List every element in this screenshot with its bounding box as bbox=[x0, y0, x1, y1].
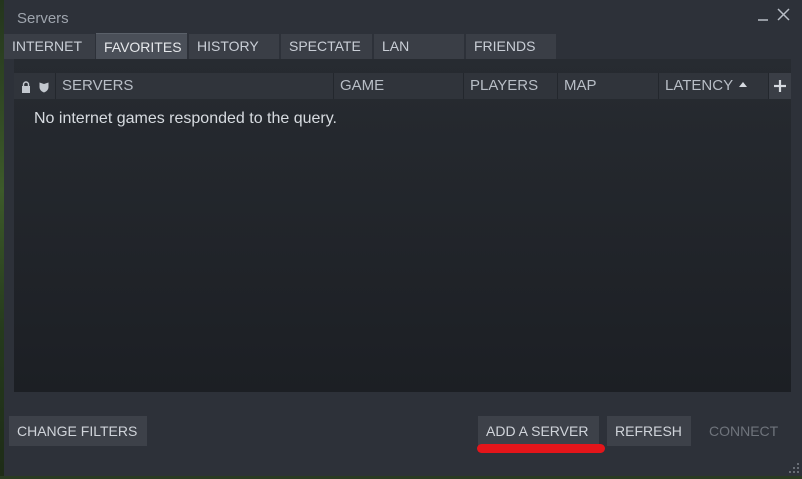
highlight-underline bbox=[477, 444, 605, 453]
close-icon[interactable] bbox=[776, 6, 792, 24]
column-players[interactable]: PLAYERS bbox=[463, 73, 557, 99]
lock-icon[interactable] bbox=[20, 80, 32, 93]
change-filters-button[interactable]: CHANGE FILTERS bbox=[9, 416, 147, 446]
tab-bar: INTERNET FAVORITES HISTORY SPECTATE LAN … bbox=[4, 33, 802, 60]
tab-lan[interactable]: LAN bbox=[374, 34, 464, 59]
table-header: SERVERS GAME PLAYERS MAP LATENCY bbox=[14, 73, 791, 99]
plus-icon bbox=[774, 80, 786, 92]
window-title: Servers bbox=[17, 10, 69, 27]
column-latency[interactable]: LATENCY bbox=[658, 73, 769, 99]
sort-ascending-icon bbox=[739, 81, 748, 87]
add-server-button[interactable]: ADD A SERVER bbox=[478, 416, 599, 446]
servers-window: Servers INTERNET FAVORITES HISTORY SPECT… bbox=[4, 0, 802, 476]
refresh-button[interactable]: REFRESH bbox=[607, 416, 691, 446]
tab-friends[interactable]: FRIENDS bbox=[466, 34, 556, 59]
shield-icon[interactable] bbox=[38, 80, 50, 93]
tab-spectate[interactable]: SPECTATE bbox=[281, 34, 372, 59]
column-servers[interactable]: SERVERS bbox=[55, 73, 333, 99]
resize-grip-icon[interactable] bbox=[786, 460, 800, 474]
tab-history[interactable]: HISTORY bbox=[189, 34, 279, 59]
column-latency-label: LATENCY bbox=[665, 77, 734, 94]
title-bar[interactable]: Servers bbox=[4, 0, 802, 34]
connect-button[interactable]: CONNECT bbox=[701, 416, 783, 446]
tab-favorites[interactable]: FAVORITES bbox=[96, 33, 187, 60]
minimize-icon[interactable] bbox=[756, 6, 772, 24]
column-map[interactable]: MAP bbox=[557, 73, 658, 99]
server-list-panel[interactable]: SERVERS GAME PLAYERS MAP LATENCY No inte… bbox=[14, 59, 791, 392]
add-column-button[interactable] bbox=[768, 73, 791, 99]
column-game[interactable]: GAME bbox=[333, 73, 463, 99]
empty-list-message: No internet games responded to the query… bbox=[34, 110, 337, 127]
tab-internet[interactable]: INTERNET bbox=[4, 34, 95, 59]
